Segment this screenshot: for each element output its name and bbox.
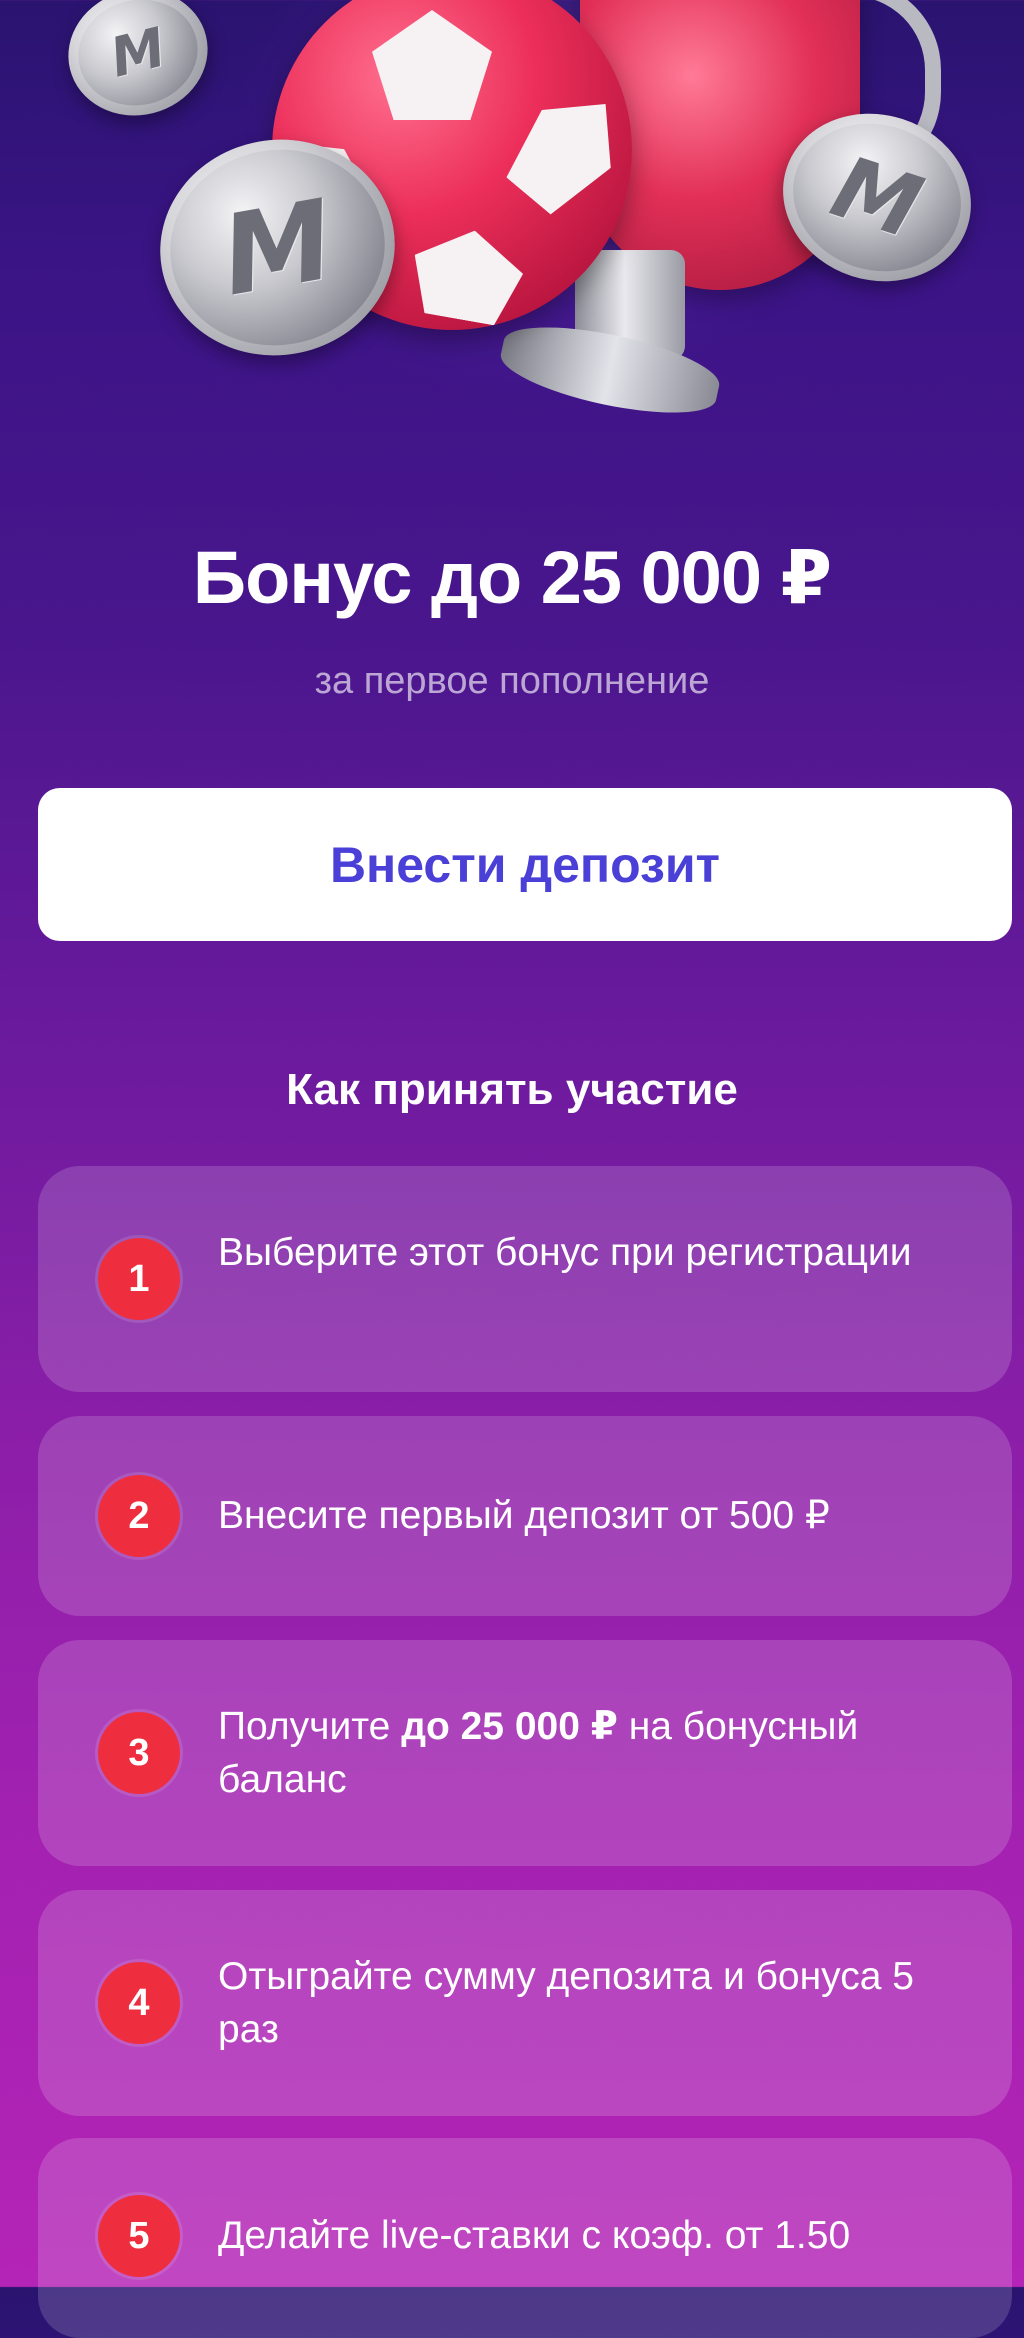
step-number-badge: 1 — [98, 1238, 180, 1320]
step-number-badge: 3 — [98, 1712, 180, 1794]
step-text: Выберите этот бонус при регистрации — [218, 1231, 912, 1274]
step-text-part: Получите — [218, 1705, 402, 1748]
deposit-button[interactable]: Внести депозит — [38, 788, 1012, 941]
bonus-subtitle: за первое пополнение — [314, 660, 710, 702]
step-card-5: 5 Делайте live-ставки с коэф. от 1.50 — [38, 2138, 1012, 2338]
step-text: Внесите первый депозит от 500 ₽ — [218, 1494, 830, 1537]
how-to-title: Как принять участие — [286, 1065, 738, 1114]
step-text: Получите до 25 000 ₽ на бонусный баланс — [218, 1700, 972, 1806]
hero-illustration: M M M — [0, 0, 1024, 460]
step-text-bold: до 25 000 ₽ — [401, 1705, 618, 1748]
step-number-badge: 4 — [98, 1962, 180, 2044]
coin-logo: M — [212, 174, 343, 321]
step-number-badge: 2 — [98, 1475, 180, 1557]
bonus-title: Бонус до 25 000 ₽ — [192, 536, 832, 619]
step-card-1: 1 Выберите этот бонус при регистрации — [38, 1166, 1012, 1392]
step-card-4: 4 Отыграйте сумму депозита и бонуса 5 ра… — [38, 1890, 1012, 2116]
coin-logo: M — [820, 136, 934, 259]
coin-logo: M — [104, 15, 172, 90]
step-text: Отыграйте сумму депозита и бонуса 5 раз — [218, 1955, 914, 2051]
step-card-3: 3 Получите до 25 000 ₽ на бонусный балан… — [38, 1640, 1012, 1866]
coin-icon: M — [54, 0, 222, 131]
step-card-2: 2 Внесите первый депозит от 500 ₽ — [38, 1416, 1012, 1616]
step-text: Делайте live-ставки с коэф. от 1.50 — [218, 2214, 851, 2257]
step-number-badge: 5 — [98, 2195, 180, 2277]
